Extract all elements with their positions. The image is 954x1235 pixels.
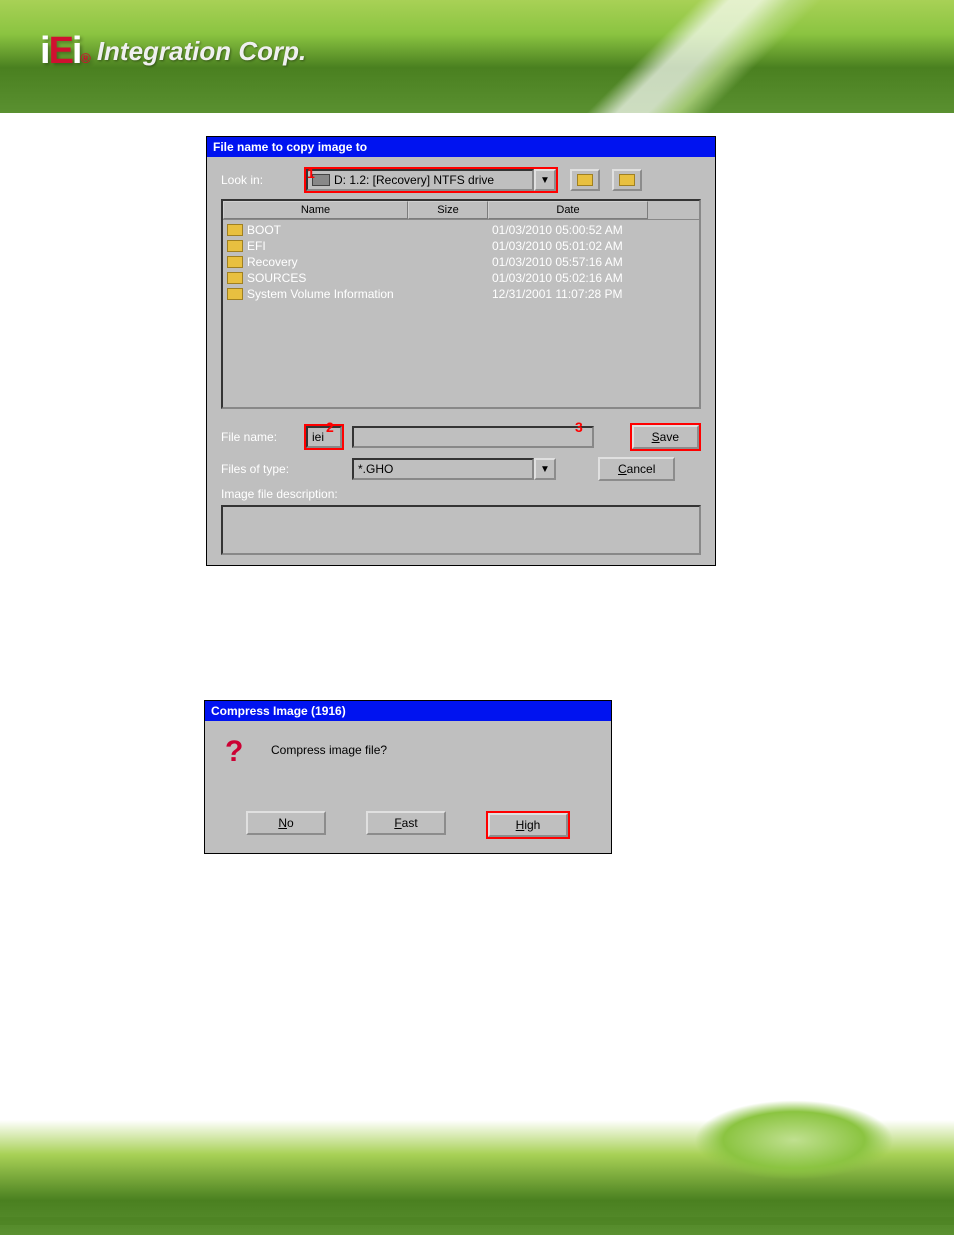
folder-icon — [227, 240, 243, 252]
look-in-dropdown[interactable]: D: 1.2: [Recovery] NTFS drive — [306, 169, 534, 191]
compress-question: Compress image file? — [271, 739, 387, 757]
description-input[interactable] — [221, 505, 701, 555]
no-button[interactable]: NoNo — [246, 811, 326, 835]
files-type-dropdown[interactable]: *.GHO — [352, 458, 534, 480]
col-date[interactable]: Date — [488, 201, 648, 219]
save-image-dialog: File name to copy image to Look in: 1 D:… — [206, 136, 716, 566]
look-in-label: Look in: — [221, 173, 296, 187]
up-folder-icon — [577, 174, 593, 186]
dialog-title: Compress Image (1916) — [205, 701, 611, 721]
folder-icon — [227, 256, 243, 268]
file-name-label: File name: — [221, 430, 296, 444]
file-name-input-rest[interactable] — [352, 426, 594, 448]
logo-text: Integration Corp. — [97, 36, 306, 67]
save-button[interactable]: SSaveave — [632, 425, 699, 449]
look-in-value: D: 1.2: [Recovery] NTFS drive — [334, 173, 494, 187]
list-item[interactable]: Recovery01/03/2010 05:57:16 AM — [225, 254, 697, 270]
callout-2: 2 — [326, 419, 334, 435]
list-item[interactable]: EFI01/03/2010 05:01:02 AM — [225, 238, 697, 254]
list-item[interactable]: BOOT01/03/2010 05:00:52 AM — [225, 222, 697, 238]
callout-3: 3 — [575, 419, 583, 435]
bottom-banner — [0, 1120, 954, 1235]
question-icon — [223, 739, 255, 771]
dropdown-button[interactable]: ▼ — [534, 458, 556, 480]
up-folder-button[interactable] — [570, 169, 600, 191]
col-name[interactable]: Name — [223, 201, 408, 219]
fast-button[interactable]: FastFast — [366, 811, 446, 835]
list-item[interactable]: System Volume Information12/31/2001 11:0… — [225, 286, 697, 302]
folder-icon — [227, 272, 243, 284]
new-folder-icon — [619, 174, 635, 186]
file-list[interactable]: Name Size Date BOOT01/03/2010 05:00:52 A… — [221, 199, 701, 409]
file-name-input[interactable] — [306, 426, 342, 448]
description-label: Image file description: — [221, 487, 701, 501]
compress-image-dialog: Compress Image (1916) Compress image fil… — [204, 700, 612, 854]
folder-icon — [227, 288, 243, 300]
cancel-button[interactable]: CancelCancel — [598, 457, 675, 481]
logo: iEi® Integration Corp. — [40, 30, 306, 73]
list-item[interactable]: SOURCES01/03/2010 05:02:16 AM — [225, 270, 697, 286]
files-type-label: Files of type: — [221, 462, 296, 476]
top-banner: iEi® Integration Corp. — [0, 0, 954, 113]
file-list-header: Name Size Date — [223, 201, 699, 220]
dropdown-button[interactable]: ▼ — [534, 169, 556, 191]
logo-iei: iEi® — [40, 30, 89, 73]
folder-icon — [227, 224, 243, 236]
high-button[interactable]: HighHigh — [488, 813, 568, 837]
col-size[interactable]: Size — [408, 201, 488, 219]
callout-1: 1 — [307, 165, 315, 181]
dialog-title: File name to copy image to — [207, 137, 715, 157]
new-folder-button[interactable] — [612, 169, 642, 191]
